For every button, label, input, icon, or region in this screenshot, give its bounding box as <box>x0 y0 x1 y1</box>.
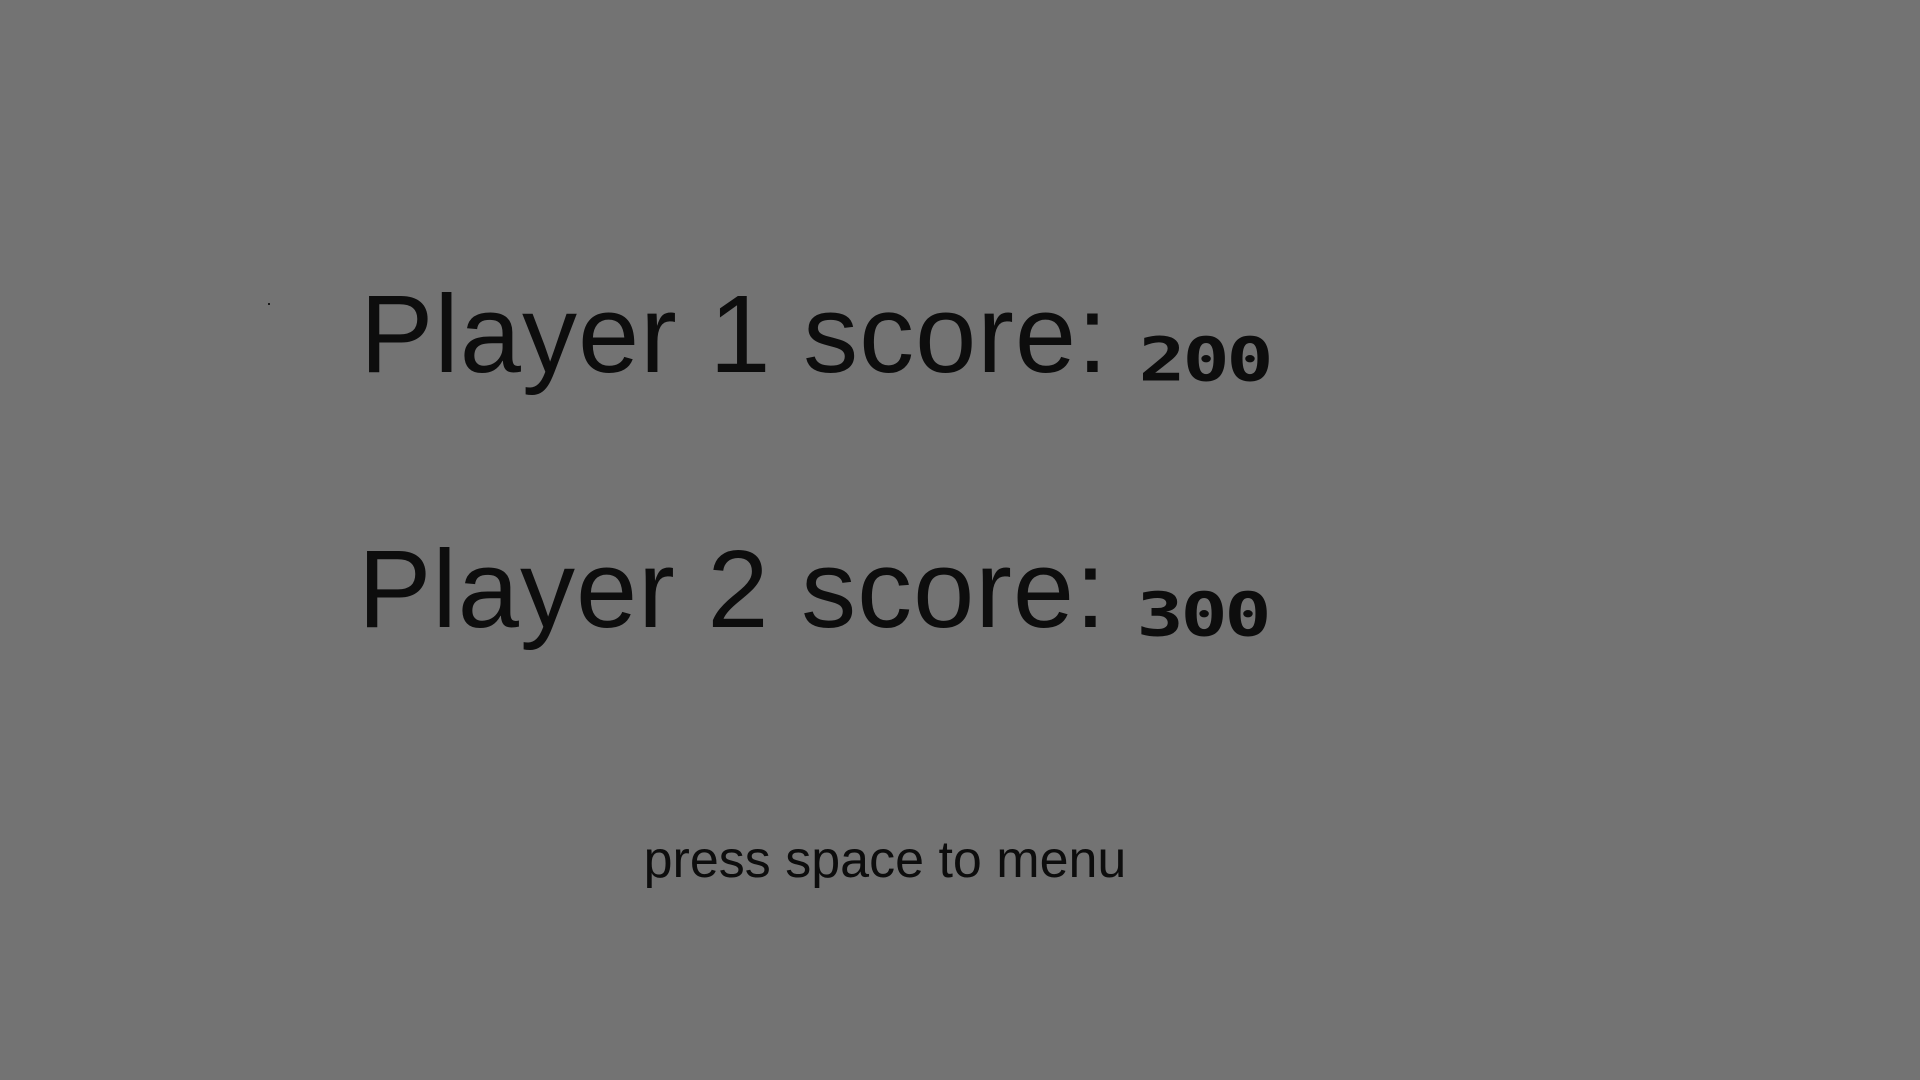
player-2-score-row: Player 2 score: 300 <box>358 525 1272 655</box>
player-1-score-value: 200 <box>1138 325 1274 396</box>
player-2-score-label: Player 2 score: <box>358 528 1107 651</box>
pixel-speck <box>268 303 270 305</box>
score-screen: Player 1 score: 200 Player 2 score: 300 … <box>0 0 1920 1080</box>
player-1-score-label: Player 1 score: <box>360 273 1109 396</box>
player-1-score-row: Player 1 score: 200 <box>360 270 1274 400</box>
player-2-score-value: 300 <box>1136 580 1272 651</box>
menu-hint-text: press space to menu <box>643 831 1127 889</box>
